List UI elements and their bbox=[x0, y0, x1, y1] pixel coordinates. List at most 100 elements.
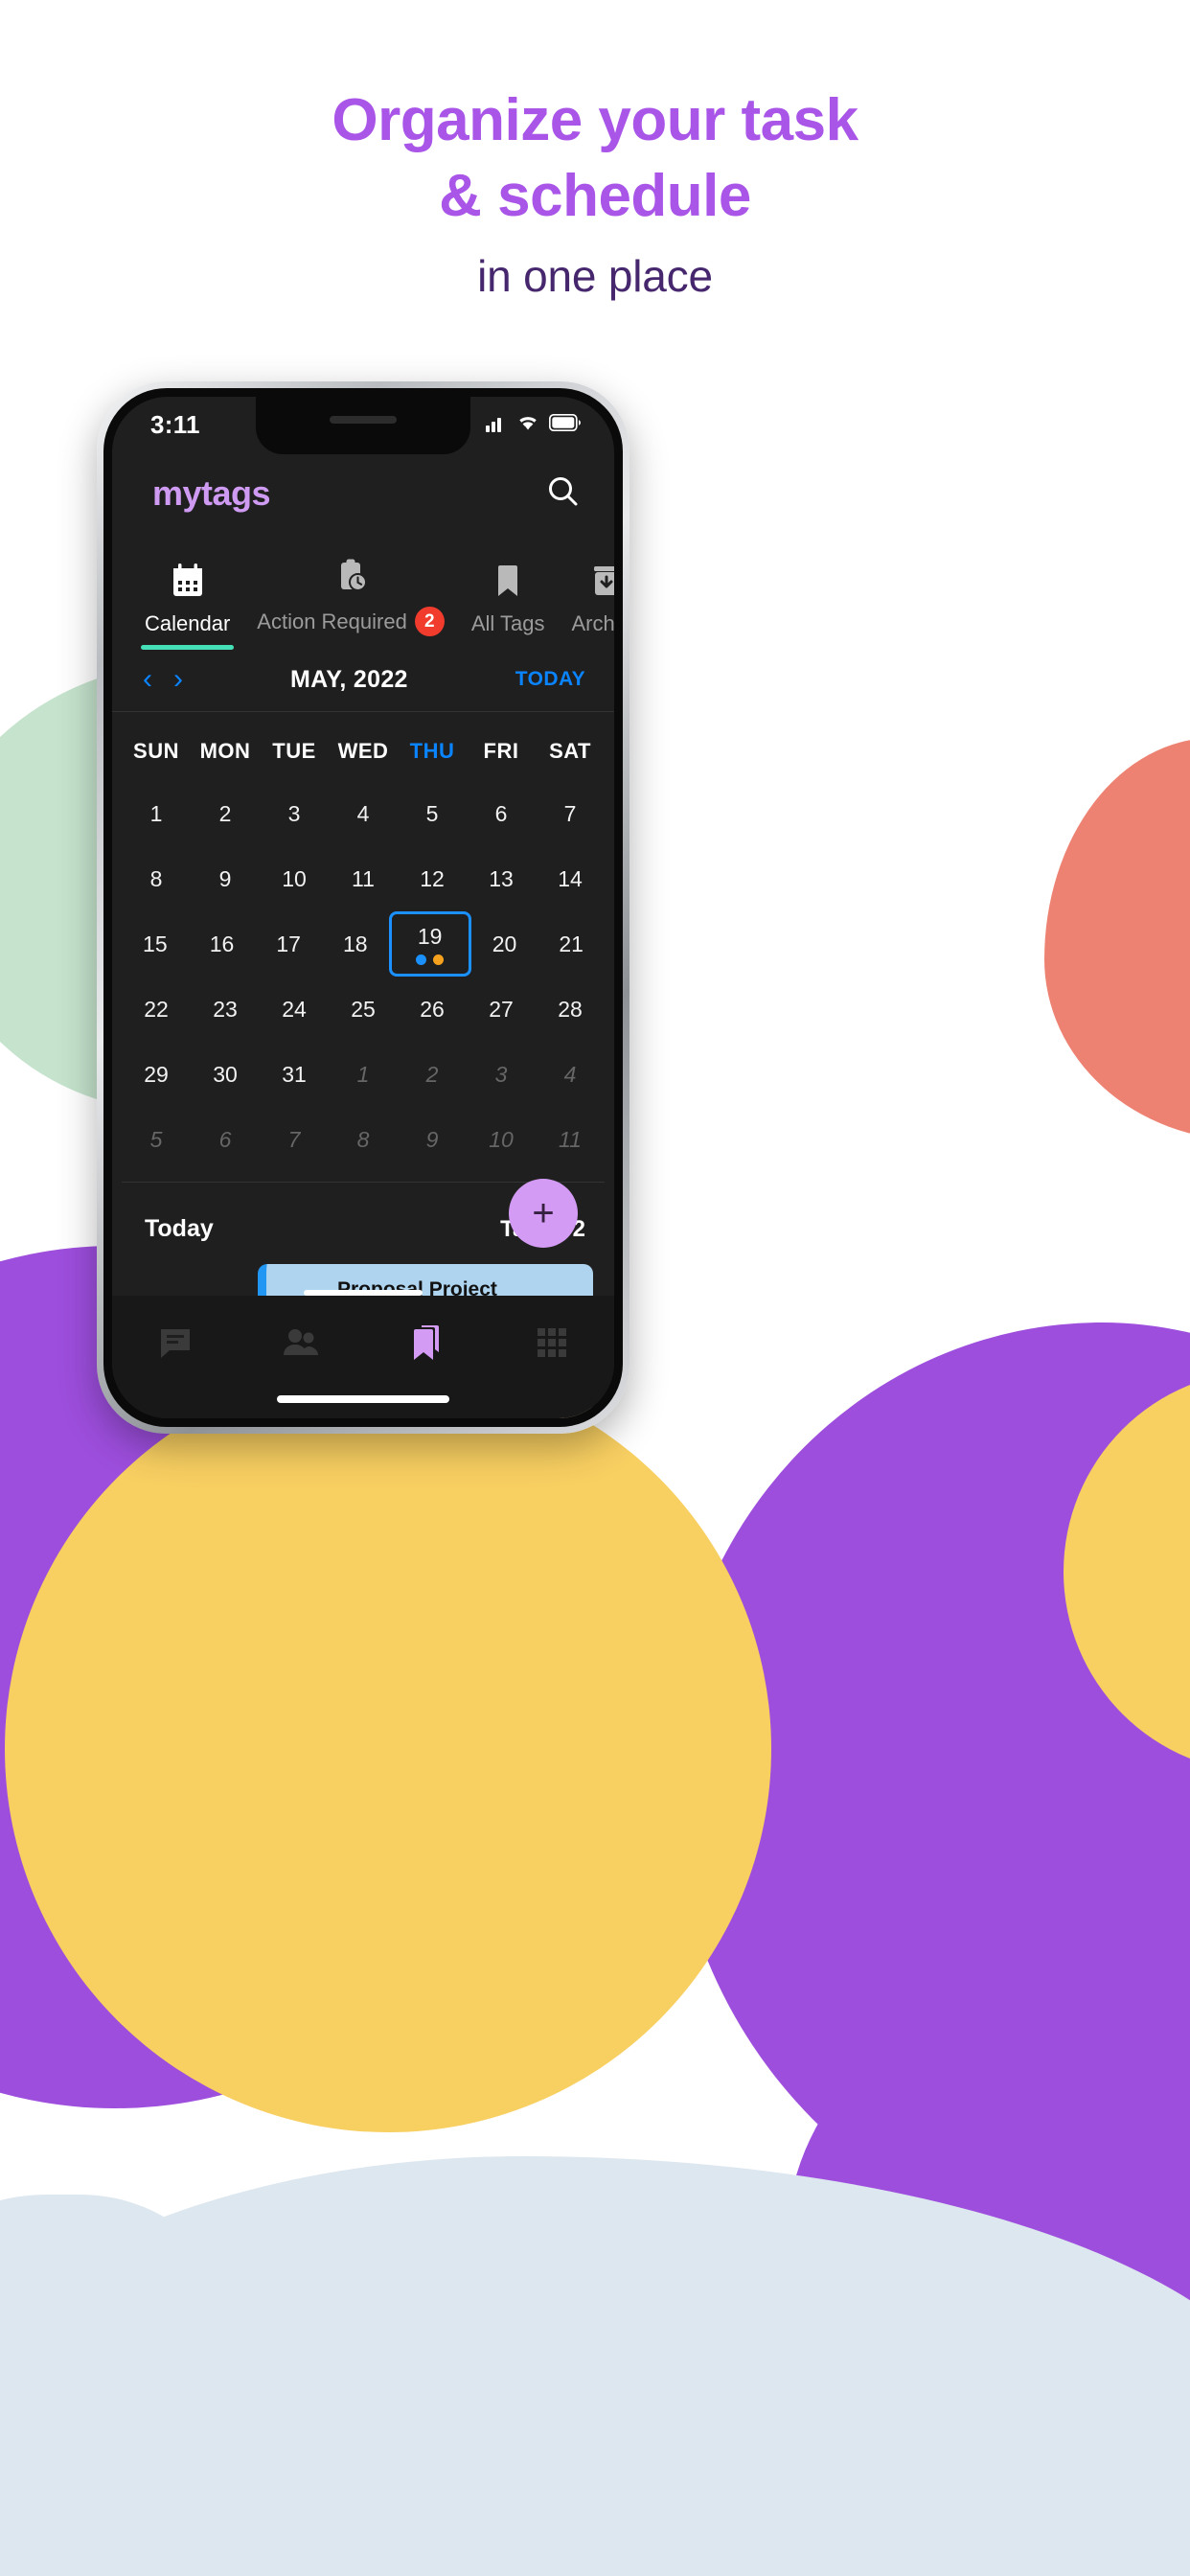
calendar-day[interactable]: 3 bbox=[467, 1042, 536, 1107]
tab-archive-label: Archive bbox=[571, 611, 614, 635]
day-number: 30 bbox=[213, 1061, 238, 1087]
calendar-day[interactable]: 1 bbox=[122, 781, 191, 846]
tab-calendar-label: Calendar bbox=[145, 611, 231, 635]
tab-all-tags-label: All Tags bbox=[470, 611, 545, 635]
status-bar: 3:11 bbox=[112, 397, 614, 452]
phone-bezel: 3:11 mytags Calendar Action Required 2 A… bbox=[103, 388, 623, 1427]
day-number: 28 bbox=[558, 996, 583, 1022]
calendar-day[interactable]: 2 bbox=[191, 781, 260, 846]
day-number: 24 bbox=[282, 996, 307, 1022]
tab-archive[interactable]: Archive bbox=[558, 535, 614, 650]
day-number: 11 bbox=[559, 1126, 582, 1152]
calendar-week-row: 15 16 17 18 19 20 21 bbox=[122, 911, 605, 977]
day-number: 3 bbox=[494, 1061, 508, 1087]
weekday-header-row: SUN MON TUE WED THU FRI SAT bbox=[122, 725, 605, 781]
calendar-day-selected[interactable]: 19 bbox=[388, 911, 471, 977]
add-button[interactable]: + bbox=[509, 1179, 578, 1248]
calendar-day[interactable]: 10 bbox=[467, 1107, 536, 1172]
calendar-day[interactable]: 18 bbox=[322, 911, 389, 977]
calendar-day[interactable]: 24 bbox=[260, 977, 329, 1042]
battery-icon bbox=[548, 413, 582, 436]
day-number: 9 bbox=[425, 1126, 439, 1152]
event-dot bbox=[433, 954, 445, 965]
calendar-week-row: 1 2 3 4 5 6 7 bbox=[122, 781, 605, 846]
calendar-day[interactable]: 10 bbox=[260, 846, 329, 911]
calendar-day[interactable]: 9 bbox=[191, 846, 260, 911]
weekday-thu: THU bbox=[409, 739, 455, 763]
day-number: 14 bbox=[558, 865, 583, 891]
month-navigation-bar: ‹ › MAY, 2022 TODAY bbox=[112, 650, 614, 712]
calendar-day[interactable]: 22 bbox=[122, 977, 191, 1042]
calendar-day[interactable]: 11 bbox=[329, 846, 398, 911]
day-number: 27 bbox=[489, 996, 514, 1022]
day-number: 18 bbox=[343, 931, 368, 956]
calendar-day[interactable]: 21 bbox=[538, 911, 605, 977]
calendar-day[interactable]: 13 bbox=[467, 846, 536, 911]
calendar-day[interactable]: 26 bbox=[398, 977, 467, 1042]
status-bar-time: 3:11 bbox=[150, 409, 200, 439]
tab-all-tags[interactable]: All Tags bbox=[458, 535, 559, 650]
calendar-day[interactable]: 25 bbox=[329, 977, 398, 1042]
search-icon[interactable] bbox=[545, 473, 582, 515]
day-number: 1 bbox=[356, 1061, 370, 1087]
calendar-day[interactable]: 29 bbox=[122, 1042, 191, 1107]
calendar-day[interactable]: 17 bbox=[255, 911, 322, 977]
calendar-day[interactable]: 9 bbox=[398, 1107, 467, 1172]
today-button[interactable]: TODAY bbox=[515, 668, 585, 691]
calendar-day[interactable]: 4 bbox=[536, 1042, 605, 1107]
calendar-day[interactable]: 6 bbox=[191, 1107, 260, 1172]
calendar-day[interactable]: 30 bbox=[191, 1042, 260, 1107]
calendar-day[interactable]: 15 bbox=[122, 911, 189, 977]
weekday-tue: TUE bbox=[272, 739, 316, 763]
calendar-day[interactable]: 12 bbox=[398, 846, 467, 911]
tab-bar: Calendar Action Required 2 All Tags Arch bbox=[112, 535, 614, 650]
day-number: 8 bbox=[149, 865, 163, 891]
tab-action-required[interactable]: Action Required 2 bbox=[243, 535, 458, 650]
headline-line-1: Organize your task bbox=[332, 87, 858, 153]
calendar-day[interactable]: 5 bbox=[122, 1107, 191, 1172]
calendar-day[interactable]: 5 bbox=[398, 781, 467, 846]
headline-line-2: & schedule bbox=[439, 163, 751, 230]
nav-item-apps[interactable] bbox=[517, 1316, 586, 1373]
day-number: 13 bbox=[489, 865, 514, 891]
calendar-day[interactable]: 2 bbox=[398, 1042, 467, 1107]
app-header: mytags bbox=[112, 452, 614, 535]
tab-label: Archive bbox=[571, 611, 614, 636]
calendar-day[interactable]: 31 bbox=[260, 1042, 329, 1107]
chevron-right-icon[interactable]: › bbox=[173, 665, 183, 694]
calendar-day[interactable]: 16 bbox=[189, 911, 256, 977]
event-dot bbox=[416, 954, 427, 965]
day-number: 6 bbox=[218, 1126, 232, 1152]
calendar-day[interactable]: 8 bbox=[122, 846, 191, 911]
calendar-day[interactable]: 28 bbox=[536, 977, 605, 1042]
calendar-day[interactable]: 3 bbox=[260, 781, 329, 846]
calendar-day[interactable]: 7 bbox=[260, 1107, 329, 1172]
plus-icon: + bbox=[532, 1192, 555, 1234]
calendar-day[interactable]: 27 bbox=[467, 977, 536, 1042]
chevron-left-icon[interactable]: ‹ bbox=[143, 665, 152, 694]
calendar-week-row: 8 9 10 11 12 13 14 bbox=[122, 846, 605, 911]
day-number: 15 bbox=[143, 931, 168, 956]
clipboard-clock-icon bbox=[333, 557, 368, 595]
nav-item-bookmarks[interactable] bbox=[392, 1316, 461, 1373]
nav-item-people[interactable] bbox=[266, 1316, 335, 1373]
tab-calendar[interactable]: Calendar bbox=[131, 535, 243, 650]
calendar-day[interactable]: 4 bbox=[329, 781, 398, 846]
calendar-day[interactable]: 6 bbox=[467, 781, 536, 846]
nav-item-chat[interactable] bbox=[141, 1316, 210, 1373]
day-number: 10 bbox=[489, 1126, 514, 1152]
calendar-day[interactable]: 7 bbox=[536, 781, 605, 846]
day-number: 3 bbox=[287, 800, 301, 826]
calendar-day[interactable]: 1 bbox=[329, 1042, 398, 1107]
calendar-day[interactable]: 8 bbox=[329, 1107, 398, 1172]
archive-download-icon bbox=[590, 562, 614, 600]
day-number: 10 bbox=[282, 865, 307, 891]
phone-screen: 3:11 mytags Calendar Action Required 2 A… bbox=[112, 397, 614, 1418]
calendar-day[interactable]: 23 bbox=[191, 977, 260, 1042]
calendar-day[interactable]: 20 bbox=[471, 911, 538, 977]
day-number: 23 bbox=[213, 996, 238, 1022]
weekday-sun: SUN bbox=[133, 739, 179, 763]
calendar-day[interactable]: 11 bbox=[536, 1107, 605, 1172]
day-number: 19 bbox=[417, 923, 443, 949]
calendar-day[interactable]: 14 bbox=[536, 846, 605, 911]
